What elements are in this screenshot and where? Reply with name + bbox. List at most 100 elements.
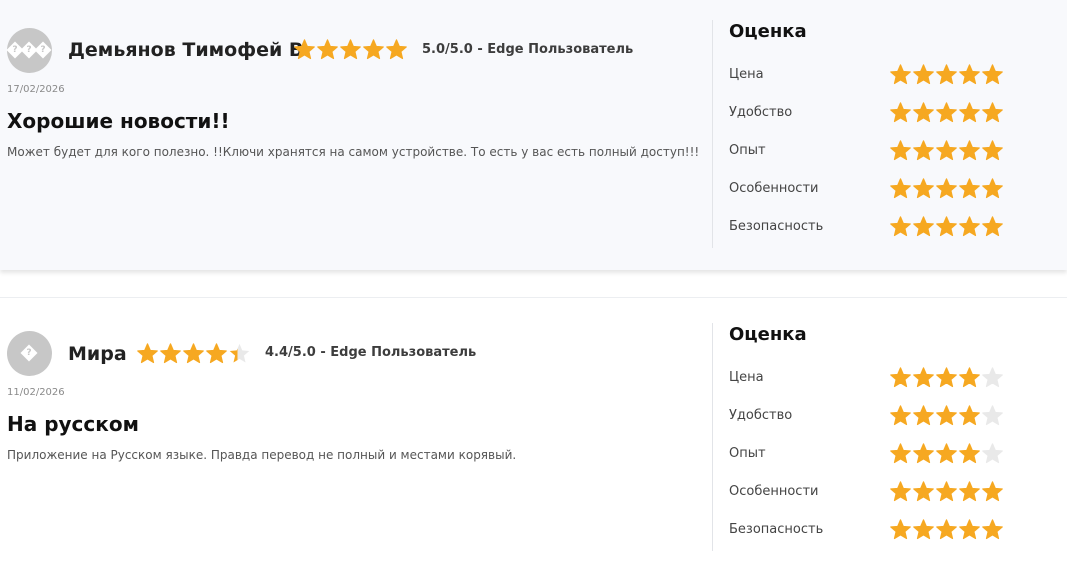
star-icon	[936, 64, 957, 85]
criterion-label-usability: Удобство	[729, 408, 793, 423]
star-icon	[160, 343, 181, 364]
star-icon	[959, 405, 980, 426]
star-icon	[936, 140, 957, 161]
star-icon	[936, 405, 957, 426]
star-icon	[959, 443, 980, 464]
review-score: 4.4/5.0 - Edge Пользователь	[265, 345, 477, 360]
star-icon	[959, 367, 980, 388]
star-icon	[913, 178, 934, 199]
star-icon	[890, 405, 911, 426]
review-card: ? ? ? Демьянов Тимофей В. 5.0/5.0 - Edge…	[0, 0, 1067, 270]
star-icon	[890, 178, 911, 199]
review-author: Демьянов Тимофей В.	[68, 39, 311, 61]
star-icon	[317, 39, 338, 60]
star-icon	[183, 343, 204, 364]
star-icon	[982, 216, 1003, 237]
star-icon	[913, 64, 934, 85]
divider	[712, 323, 713, 551]
question-diamond-icon: ?	[20, 344, 38, 362]
criterion-label-security: Безопасность	[729, 219, 824, 234]
star-icon	[913, 481, 934, 502]
review-title: Хорошие новости!!	[7, 109, 230, 133]
star-icon	[890, 64, 911, 85]
star-icon	[890, 140, 911, 161]
review-score: 5.0/5.0 - Edge Пользователь	[422, 42, 634, 57]
star-icon	[890, 519, 911, 540]
avatar: ? ? ?	[6, 28, 52, 73]
star-icon	[959, 178, 980, 199]
star-icon	[890, 481, 911, 502]
star-icon	[982, 102, 1003, 123]
overall-rating-stars	[293, 38, 408, 60]
star-icon	[386, 39, 407, 60]
star-icon	[890, 367, 911, 388]
star-icon	[913, 405, 934, 426]
criterion-label-experience: Опыт	[729, 446, 766, 461]
star-icon	[982, 519, 1003, 540]
star-icon	[959, 102, 980, 123]
star-icon	[294, 39, 315, 60]
star-icon	[229, 343, 250, 363]
criterion-label-usability: Удобство	[729, 105, 793, 120]
star-icon	[913, 102, 934, 123]
criterion-label-experience: Опыт	[729, 143, 766, 158]
question-diamond-icon: ?	[34, 41, 52, 59]
review-date: 11/02/2026	[7, 387, 65, 398]
star-icon	[363, 39, 384, 60]
review-author: Мира	[68, 343, 127, 365]
overall-rating-stars	[136, 342, 251, 364]
criterion-stars-features	[889, 480, 1004, 502]
criterion-label-price: Цена	[729, 67, 764, 82]
star-icon	[913, 140, 934, 161]
criterion-stars-usability	[889, 101, 1004, 123]
star-icon	[982, 140, 1003, 161]
criterion-stars-experience	[889, 442, 1004, 464]
criterion-stars-security	[889, 518, 1004, 540]
star-icon	[137, 343, 158, 364]
criterion-stars-experience	[889, 139, 1004, 161]
divider	[712, 20, 713, 248]
star-icon	[936, 102, 957, 123]
star-icon	[936, 519, 957, 540]
avatar: ?	[7, 331, 52, 376]
star-icon	[982, 178, 1003, 199]
criterion-label-security: Безопасность	[729, 522, 824, 537]
star-icon	[982, 64, 1003, 85]
star-icon	[206, 343, 227, 364]
criterion-label-features: Особенности	[729, 484, 819, 499]
star-icon	[959, 64, 980, 85]
review-title: На русском	[7, 412, 139, 436]
rating-heading: Оценка	[729, 21, 807, 42]
star-icon	[936, 481, 957, 502]
criterion-stars-security	[889, 215, 1004, 237]
star-icon	[982, 481, 1003, 502]
star-icon	[982, 367, 1003, 388]
star-icon	[959, 216, 980, 237]
star-icon	[913, 216, 934, 237]
criterion-stars-usability	[889, 404, 1004, 426]
star-icon	[913, 367, 934, 388]
criterion-stars-features	[889, 177, 1004, 199]
star-icon	[936, 216, 957, 237]
star-icon	[982, 405, 1003, 426]
star-icon	[959, 481, 980, 502]
star-icon	[340, 39, 361, 60]
star-icon	[959, 519, 980, 540]
star-icon	[936, 178, 957, 199]
star-icon	[959, 140, 980, 161]
star-icon	[982, 443, 1003, 464]
star-icon	[890, 216, 911, 237]
criterion-label-price: Цена	[729, 370, 764, 385]
star-icon	[913, 443, 934, 464]
review-card: ? Мира 4.4/5.0 - Edge Пользователь 11/02…	[0, 297, 1067, 566]
review-date: 17/02/2026	[7, 84, 65, 95]
criterion-stars-price	[889, 366, 1004, 388]
star-icon	[890, 102, 911, 123]
star-icon	[913, 519, 934, 540]
star-icon	[936, 443, 957, 464]
criterion-label-features: Особенности	[729, 181, 819, 196]
review-text: Может будет для кого полезно. !!Ключи хр…	[7, 145, 700, 159]
criterion-stars-price	[889, 63, 1004, 85]
review-text: Приложение на Русском языке. Правда пере…	[7, 448, 517, 462]
rating-heading: Оценка	[729, 324, 807, 345]
